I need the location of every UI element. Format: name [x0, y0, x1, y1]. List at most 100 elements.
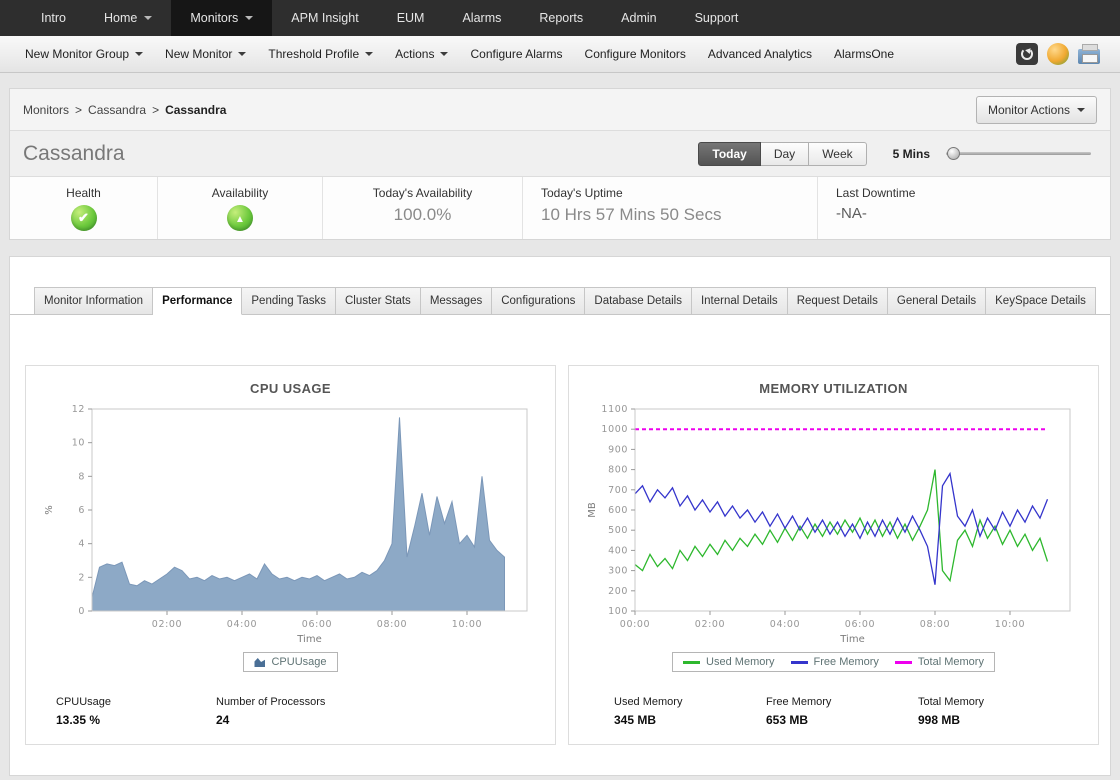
main-nav: Intro Home Monitors APM Insight EUM Alar… [0, 0, 1120, 36]
nav-intro[interactable]: Intro [22, 0, 85, 36]
svg-text:700: 700 [608, 485, 628, 496]
svg-text:00:00: 00:00 [620, 619, 650, 630]
line-swatch-icon [683, 661, 700, 664]
action-toolbar: New Monitor Group New Monitor Threshold … [0, 36, 1120, 73]
nav-monitors[interactable]: Monitors [171, 0, 272, 36]
memory-metrics: Used Memory 345 MB Free Memory 653 MB To… [569, 672, 1098, 727]
svg-text:02:00: 02:00 [152, 619, 182, 630]
chevron-down-icon [1077, 108, 1085, 112]
tab-internal-details[interactable]: Internal Details [692, 287, 788, 315]
svg-text:Time: Time [296, 634, 321, 645]
tab-general-details[interactable]: General Details [888, 287, 986, 315]
breadcrumb-cassandra[interactable]: Cassandra [88, 103, 146, 117]
nav-home[interactable]: Home [85, 0, 171, 36]
todays-availability-value: 100.0% [341, 205, 504, 225]
nav-admin[interactable]: Admin [602, 0, 675, 36]
tab-pending-tasks[interactable]: Pending Tasks [242, 287, 336, 315]
svg-text:02:00: 02:00 [695, 619, 725, 630]
svg-text:1000: 1000 [601, 424, 628, 435]
tab-database-details[interactable]: Database Details [585, 287, 692, 315]
chevron-down-icon [144, 16, 152, 20]
svg-text:MB: MB [587, 502, 598, 518]
charts-area: CPU USAGE 02468101202:0004:0006:0008:001… [10, 315, 1110, 745]
period-week-button[interactable]: Week [809, 142, 866, 166]
sync-icon[interactable] [1016, 43, 1038, 65]
nav-alarms[interactable]: Alarms [443, 0, 520, 36]
svg-text:600: 600 [608, 505, 628, 516]
monitor-header: Cassandra Today Day Week 5 Mins [10, 131, 1110, 177]
svg-text:04:00: 04:00 [770, 619, 800, 630]
svg-text:100: 100 [608, 606, 628, 617]
toolbar-new-monitor-group[interactable]: New Monitor Group [14, 47, 154, 61]
availability-up-icon[interactable]: ▲ [227, 205, 253, 231]
svg-text:200: 200 [608, 586, 628, 597]
period-day-button[interactable]: Day [761, 142, 809, 166]
svg-text:800: 800 [608, 465, 628, 476]
svg-text:10:00: 10:00 [995, 619, 1025, 630]
toolbar-advanced-analytics[interactable]: Advanced Analytics [697, 47, 823, 61]
svg-text:08:00: 08:00 [377, 619, 407, 630]
line-swatch-icon [791, 661, 808, 664]
nav-eum[interactable]: EUM [378, 0, 444, 36]
last-downtime-value: -NA- [836, 205, 1092, 222]
print-icon[interactable] [1078, 49, 1100, 64]
chevron-down-icon [238, 52, 246, 56]
metric-cpuusage: CPUUsage 13.35 % [56, 696, 216, 727]
metric-number-of-processors: Number of Processors 24 [216, 696, 376, 727]
stat-todays-uptime: Today's Uptime 10 Hrs 57 Mins 50 Secs [523, 177, 818, 239]
monitor-actions-button[interactable]: Monitor Actions [976, 96, 1097, 124]
breadcrumb-monitors[interactable]: Monitors [23, 103, 69, 117]
svg-text:04:00: 04:00 [227, 619, 257, 630]
svg-text:06:00: 06:00 [845, 619, 875, 630]
tab-monitor-information[interactable]: Monitor Information [34, 287, 153, 315]
page-title: Cassandra [23, 142, 125, 166]
period-today-button[interactable]: Today [698, 142, 760, 166]
toolbar-configure-alarms[interactable]: Configure Alarms [459, 47, 573, 61]
svg-text:1100: 1100 [601, 404, 628, 415]
svg-text:06:00: 06:00 [302, 619, 332, 630]
metric-free-memory: Free Memory 653 MB [766, 696, 918, 727]
tab-keyspace-details[interactable]: KeySpace Details [986, 287, 1096, 315]
svg-text:500: 500 [608, 525, 628, 536]
stat-last-downtime: Last Downtime -NA- [818, 177, 1110, 239]
toolbar-actions[interactable]: Actions [384, 47, 459, 61]
svg-text:08:00: 08:00 [920, 619, 950, 630]
toolbar-alarmsone[interactable]: AlarmsOne [823, 47, 905, 61]
summary-stats: Health ✔ Availability ▲ Today's Availabi… [10, 177, 1110, 239]
chevron-down-icon [365, 52, 373, 56]
breadcrumb-separator: > [152, 103, 159, 117]
tab-cluster-stats[interactable]: Cluster Stats [336, 287, 421, 315]
nav-reports[interactable]: Reports [520, 0, 602, 36]
toolbar-configure-monitors[interactable]: Configure Monitors [574, 47, 697, 61]
chevron-down-icon [245, 16, 253, 20]
cpu-chart-legend: CPUUsage [243, 652, 337, 672]
toolbar-icon-group [1016, 43, 1106, 65]
health-ok-icon[interactable]: ✔ [71, 205, 97, 231]
cpu-chart-title: CPU USAGE [26, 381, 555, 396]
chevron-down-icon [135, 52, 143, 56]
slider-handle[interactable] [947, 147, 960, 160]
tab-performance[interactable]: Performance [153, 287, 242, 315]
svg-text:12: 12 [72, 404, 85, 415]
cpu-usage-chart: 02468101202:0004:0006:0008:0010:00Time% [38, 399, 543, 651]
globe-icon[interactable] [1047, 43, 1069, 65]
stat-health: Health ✔ [10, 177, 158, 239]
nav-apm-insight[interactable]: APM Insight [272, 0, 377, 36]
line-swatch-icon [895, 661, 912, 664]
legend-item-used-memory: Used Memory [683, 656, 774, 668]
nav-support[interactable]: Support [676, 0, 758, 36]
stat-todays-availability: Today's Availability 100.0% [323, 177, 523, 239]
tab-messages[interactable]: Messages [421, 287, 492, 315]
toolbar-threshold-profile[interactable]: Threshold Profile [257, 47, 384, 61]
metric-total-memory: Total Memory 998 MB [918, 696, 1070, 727]
time-range-toggle: Today Day Week [698, 142, 866, 166]
monitor-detail-card: Monitor Information Performance Pending … [9, 256, 1111, 776]
tab-configurations[interactable]: Configurations [492, 287, 585, 315]
cpu-usage-panel: CPU USAGE 02468101202:0004:0006:0008:001… [25, 365, 556, 745]
refresh-interval-slider[interactable] [946, 152, 1091, 155]
toolbar-new-monitor[interactable]: New Monitor [154, 47, 257, 61]
cpu-metrics: CPUUsage 13.35 % Number of Processors 24 [26, 672, 555, 727]
tab-request-details[interactable]: Request Details [788, 287, 888, 315]
svg-text:10:00: 10:00 [452, 619, 482, 630]
legend-item-free-memory: Free Memory [791, 656, 879, 668]
